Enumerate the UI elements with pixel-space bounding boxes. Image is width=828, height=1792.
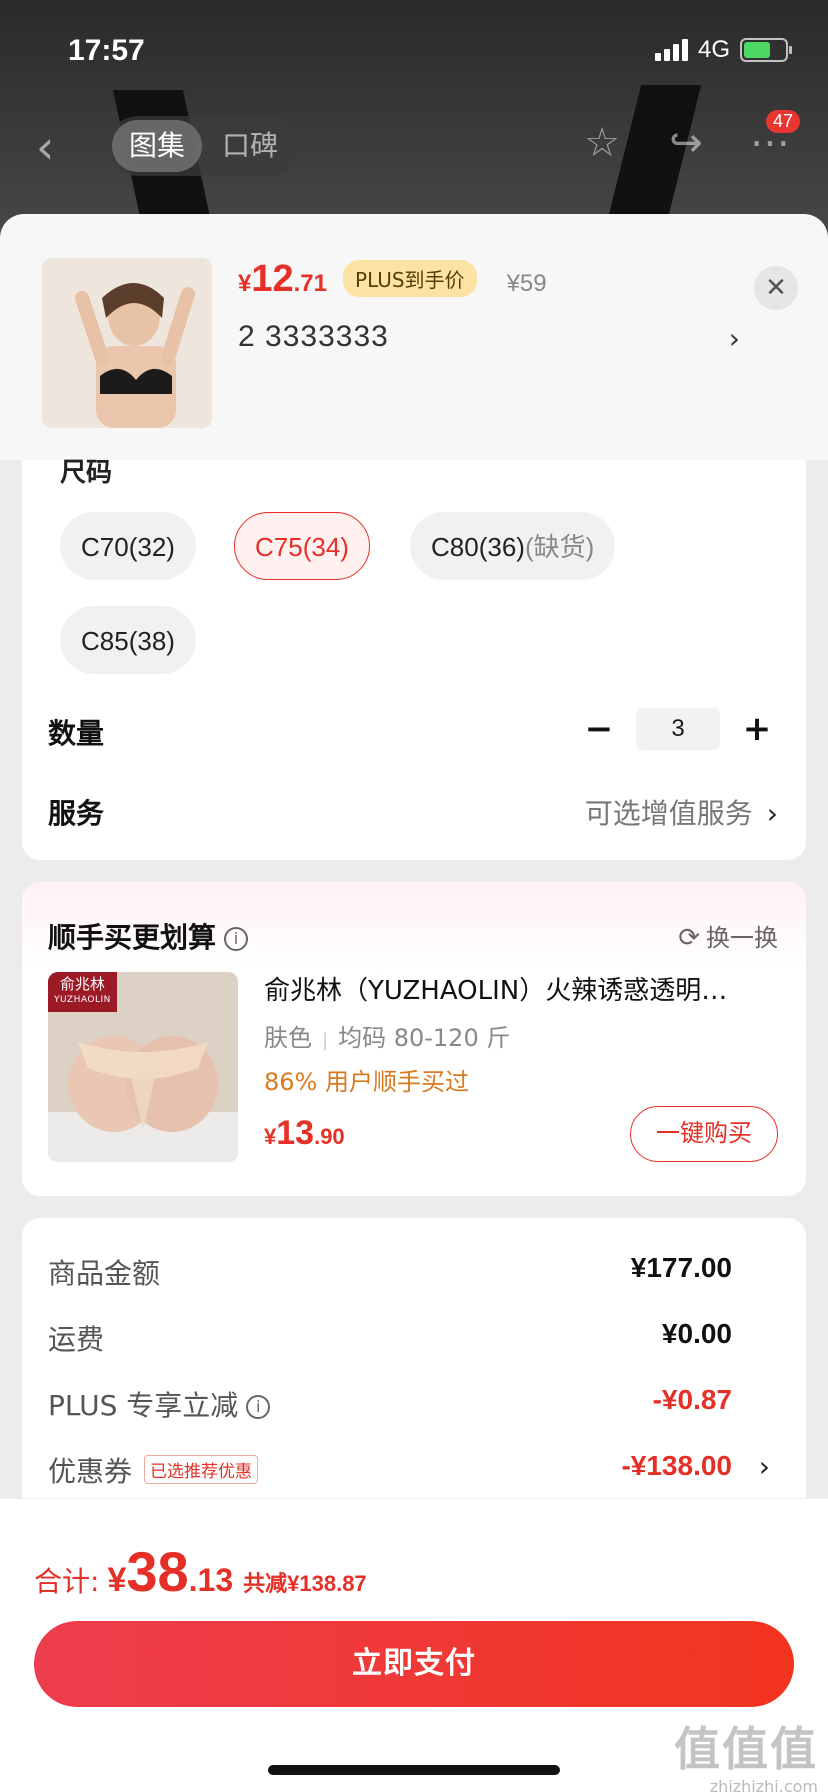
recommend-product-spec: 肤色 | 均码 80-120 斤 — [264, 1024, 511, 1052]
more-icon[interactable]: ⋯ 47 — [748, 110, 800, 166]
recommend-hot-text: 86% 用户顺手买过 — [264, 1068, 469, 1096]
sku-price: ¥12.71 — [238, 258, 328, 300]
quantity-label: 数量 — [48, 717, 105, 750]
sku-price-row: ¥12.71 PLUS到手价 ¥59 — [238, 258, 547, 301]
fee-row-shipping: 运费 ¥0.00 — [48, 1318, 732, 1356]
refresh-icon: ⟳ — [678, 923, 700, 953]
size-title: 尺码 — [60, 458, 113, 488]
product-thumbnail — [42, 258, 212, 428]
brand-logo: 俞兆林 YUZHAOLIN — [48, 972, 117, 1012]
plus-price-tag: PLUS到手价 — [343, 260, 477, 297]
quantity-stepper: − 3 + — [584, 708, 772, 750]
fee-breakdown-card: 商品金额 ¥177.00 运费 ¥0.00 PLUS 专享立减 i -¥0.87 … — [22, 1218, 806, 1498]
size-option-selected[interactable]: C75(34) — [234, 512, 370, 580]
star-icon[interactable]: ☆ — [580, 120, 624, 166]
service-selector[interactable]: 可选增值服务 › — [585, 792, 778, 832]
info-icon[interactable]: i — [224, 927, 249, 951]
checkout-footer: 合计: ¥38.13 共减¥138.87 立即支付 值值值 zhizhizhi.co… — [0, 1498, 828, 1792]
recommend-product-name[interactable]: 俞兆林（YUZHAOLIN）火辣诱惑透明… — [264, 970, 784, 1007]
share-icon[interactable]: ↪ — [664, 120, 708, 166]
signal-icon — [654, 39, 688, 61]
quantity-input[interactable]: 3 — [636, 708, 720, 750]
plus-icon[interactable]: + — [742, 709, 772, 749]
sku-options-card: 尺码 C70(32) C75(34) C80(36)(缺货) C85(38) 数… — [22, 458, 806, 860]
swap-button[interactable]: ⟳ 换一换 — [678, 918, 778, 953]
order-total: 合计: ¥38.13 共减¥138.87 — [34, 1540, 367, 1603]
recommend-price: ¥13.90 — [264, 1114, 345, 1152]
pay-now-button[interactable]: 立即支付 — [34, 1621, 794, 1707]
one-click-buy-button[interactable]: 一键购买 — [630, 1106, 778, 1162]
total-saved: 共减¥138.87 — [243, 1571, 367, 1596]
size-option[interactable]: C85(38) — [60, 606, 196, 674]
info-icon[interactable]: i — [246, 1395, 271, 1419]
original-price: ¥59 — [506, 270, 547, 297]
home-indicator[interactable] — [268, 1765, 560, 1775]
tab-reviews[interactable]: 口碑 — [202, 120, 298, 172]
sku-sheet-header: ¥12.71 PLUS到手价 ¥59 2 3333333 › ✕ — [0, 214, 828, 460]
recommend-card: 顺手买更划算 i ⟳ 换一换 俞兆林 YUZHAOLIN 俞兆林（YUZHAOLIN）… — [22, 882, 806, 1196]
service-value: 可选增值服务 — [584, 797, 753, 830]
network-type: 4G — [697, 36, 730, 63]
size-option[interactable]: C70(32) — [60, 512, 196, 580]
minus-icon[interactable]: − — [584, 709, 614, 749]
watermark: 值值值 zhizhizhi.com — [674, 1722, 818, 1792]
fee-row-plus-discount: PLUS 专享立减 i -¥0.87 — [48, 1384, 732, 1422]
fee-row-goods: 商品金额 ¥177.00 — [48, 1252, 732, 1290]
message-badge: 47 — [765, 110, 800, 133]
status-indicators: 4G — [654, 36, 792, 64]
recommend-product-image[interactable]: 俞兆林 YUZHAOLIN — [48, 972, 238, 1162]
selected-variant[interactable]: 2 3333333 — [238, 320, 389, 354]
tab-gallery[interactable]: 图集 — [112, 120, 202, 172]
coupon-recommend-tag: 已选推荐优惠 — [144, 1455, 259, 1484]
recommend-title: 顺手买更划算 i — [48, 916, 249, 956]
status-time: 17:57 — [68, 34, 145, 67]
close-icon[interactable]: ✕ — [754, 266, 798, 310]
chevron-right-icon: › — [766, 797, 778, 830]
fee-row-coupon[interactable]: 优惠券 已选推荐优惠 -¥138.00 › — [48, 1450, 788, 1490]
chevron-right-icon[interactable]: › — [729, 322, 740, 355]
nav-actions: ☆ ↪ ⋯ 47 — [580, 110, 800, 166]
status-bar: 17:57 4G — [0, 0, 828, 100]
size-option-out-of-stock[interactable]: C80(36)(缺货) — [410, 512, 616, 580]
top-nav: ‹ 图集 口碑 ☆ ↪ ⋯ 47 — [0, 100, 828, 190]
battery-icon — [740, 38, 792, 62]
chevron-right-icon: › — [758, 1450, 770, 1483]
service-label: 服务 — [48, 797, 105, 830]
back-icon[interactable]: ‹ — [36, 120, 54, 174]
gallery-tab-switch: 图集 口碑 — [108, 116, 300, 176]
